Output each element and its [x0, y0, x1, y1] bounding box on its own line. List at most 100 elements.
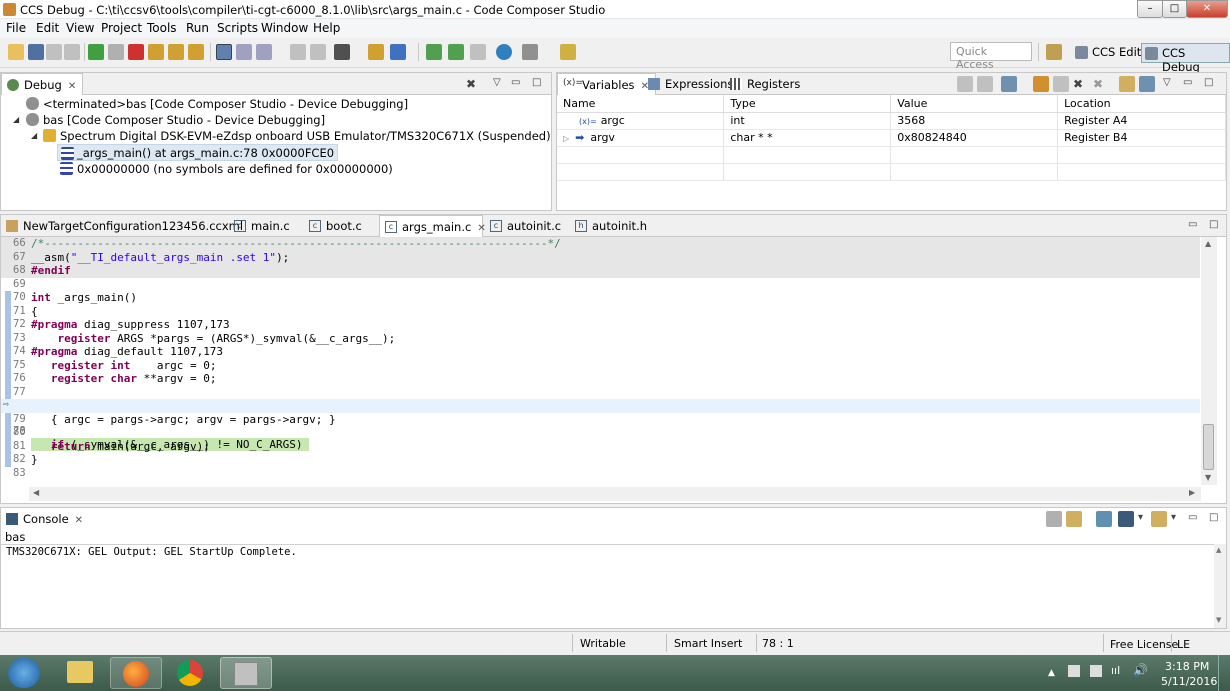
save-all-icon[interactable]	[46, 44, 62, 60]
status-license[interactable]: Free License	[1110, 638, 1178, 651]
tab-target-config[interactable]: NewTargetConfiguration123456.ccxml	[1, 215, 249, 237]
menu-run[interactable]: Run	[186, 21, 209, 35]
vertical-scrollbar[interactable]: ▲ ▼	[1201, 237, 1217, 485]
step-icon[interactable]	[426, 44, 442, 60]
collapse-all-icon[interactable]	[1001, 76, 1017, 92]
menu-project[interactable]: Project	[101, 21, 142, 35]
perspective-ccs-debug[interactable]: CCS Debug	[1141, 43, 1230, 74]
restart-icon[interactable]	[256, 44, 272, 60]
tab-debug[interactable]: Debug ✕	[1, 73, 84, 95]
remove-all-icon[interactable]: ✖	[1093, 77, 1103, 91]
print-icon[interactable]	[64, 44, 80, 60]
maximize-view-icon[interactable]: □	[1209, 219, 1218, 230]
clock-date[interactable]: 5/11/2016	[1161, 675, 1217, 688]
horizontal-scrollbar[interactable]: ◀ ▶	[29, 487, 1201, 501]
scrollbar-thumb[interactable]	[1203, 424, 1214, 470]
signal-icon[interactable]: ııl	[1111, 664, 1120, 677]
breakpoint-icon[interactable]	[290, 44, 306, 60]
table-row[interactable]: (x)= argc int 3568 Register A4	[557, 112, 1226, 130]
console-output[interactable]: TMS320C671X: GEL Output: GEL StartUp Com…	[6, 546, 297, 558]
run-icon[interactable]	[368, 44, 384, 60]
tab-console[interactable]: Console ✕	[1, 508, 89, 530]
scroll-lock-icon[interactable]	[1066, 511, 1082, 527]
start-button[interactable]	[8, 658, 40, 688]
maximize-button[interactable]: □	[1162, 0, 1187, 18]
step-into-icon[interactable]	[148, 44, 164, 60]
pin-icon[interactable]	[1139, 76, 1155, 92]
scroll-up-icon[interactable]: ▲	[1205, 239, 1211, 248]
code-editor[interactable]: 66/*------------------------------------…	[1, 237, 1200, 479]
close-icon[interactable]: ✕	[75, 515, 83, 526]
instruction-stepping-icon[interactable]	[216, 44, 232, 60]
connect-icon[interactable]	[310, 44, 326, 60]
tab-boot-c[interactable]: c boot.c	[304, 215, 368, 237]
open-perspective-icon[interactable]	[1046, 44, 1062, 60]
expand-icon[interactable]: ▷	[563, 134, 569, 143]
scroll-up-icon[interactable]: ▲	[1216, 546, 1221, 554]
quick-access-input[interactable]: Quick Access	[950, 42, 1032, 71]
terminate-icon[interactable]	[128, 44, 144, 60]
menu-file[interactable]: File	[6, 21, 26, 35]
maximize-view-icon[interactable]: □	[1204, 77, 1213, 88]
network-icon[interactable]	[1090, 665, 1102, 677]
table-row[interactable]: ▷ ➡ argv char * * 0x80824840 Register B4	[557, 129, 1226, 147]
maximize-view-icon[interactable]: □	[532, 77, 541, 88]
menu-scripts[interactable]: Scripts	[217, 21, 258, 35]
dropdown-icon[interactable]: ▾	[1138, 512, 1143, 523]
menu-help[interactable]: Help	[313, 21, 340, 35]
ccs-task[interactable]	[220, 657, 272, 689]
debug-icon[interactable]	[390, 44, 406, 60]
pin-console-icon[interactable]	[1096, 511, 1112, 527]
reset-icon[interactable]	[236, 44, 252, 60]
refresh-icon[interactable]	[1033, 76, 1049, 92]
clock-time[interactable]: 3:18 PM	[1165, 660, 1209, 673]
step-return-icon[interactable]	[188, 44, 204, 60]
refresh-icon[interactable]	[448, 44, 464, 60]
tab-autoinit-h[interactable]: h autoinit.h	[570, 215, 653, 237]
save-icon[interactable]	[28, 44, 44, 60]
remove-terminated-icon[interactable]: ✖	[466, 77, 476, 91]
marker-icon[interactable]	[560, 44, 576, 60]
tab-args-main-c[interactable]: c args_main.c ✕	[379, 215, 486, 237]
display-console-icon[interactable]	[1118, 511, 1134, 527]
menu-edit[interactable]: Edit	[36, 21, 59, 35]
search-icon[interactable]	[496, 44, 512, 60]
show-desktop-button[interactable]	[1218, 655, 1230, 691]
add-icon[interactable]	[1053, 76, 1069, 92]
tab-registers[interactable]: Registers	[725, 73, 806, 95]
close-button[interactable]: ✕	[1186, 0, 1228, 18]
minimize-view-icon[interactable]: ▭	[1183, 77, 1192, 88]
dropdown-icon[interactable]: ▾	[1171, 512, 1176, 523]
resume-icon[interactable]	[88, 44, 104, 60]
settings-icon[interactable]	[522, 44, 538, 60]
load-icon[interactable]	[334, 44, 350, 60]
scroll-left-icon[interactable]: ◀	[33, 488, 39, 497]
volume-icon[interactable]: 🔊	[1133, 663, 1148, 677]
action-center-icon[interactable]	[1068, 665, 1080, 677]
show-logical-icon[interactable]	[977, 76, 993, 92]
open-console-icon[interactable]	[1151, 511, 1167, 527]
close-icon[interactable]: ✕	[68, 81, 76, 92]
menu-view[interactable]: View	[66, 21, 94, 35]
view-menu-icon[interactable]: ▽	[1163, 77, 1171, 88]
scroll-down-icon[interactable]: ▼	[1205, 473, 1211, 482]
firefox-task[interactable]	[110, 657, 162, 689]
minimize-view-icon[interactable]: ▭	[1188, 219, 1197, 230]
clear-console-icon[interactable]	[1046, 511, 1062, 527]
column-location[interactable]: Location	[1057, 95, 1226, 113]
minimize-view-icon[interactable]: ▭	[1188, 512, 1197, 523]
stack-frame-selected[interactable]: _args_main() at args_main.c:78 0x0000FCE…	[57, 144, 339, 161]
suspend-icon[interactable]	[108, 44, 124, 60]
expand-icon[interactable]: ◢	[31, 131, 37, 140]
show-type-icon[interactable]	[957, 76, 973, 92]
column-value[interactable]: Value	[890, 95, 1059, 113]
menu-window[interactable]: Window	[261, 21, 308, 35]
scroll-down-icon[interactable]: ▼	[1216, 616, 1221, 624]
remove-icon[interactable]: ✖	[1073, 77, 1083, 91]
minimize-button[interactable]: –	[1137, 0, 1163, 18]
column-type[interactable]: Type	[723, 95, 892, 113]
column-name[interactable]: Name	[557, 95, 725, 113]
step-over-icon[interactable]	[168, 44, 184, 60]
open-file-icon[interactable]	[470, 44, 486, 60]
view-menu-icon[interactable]: ▽	[493, 77, 501, 88]
